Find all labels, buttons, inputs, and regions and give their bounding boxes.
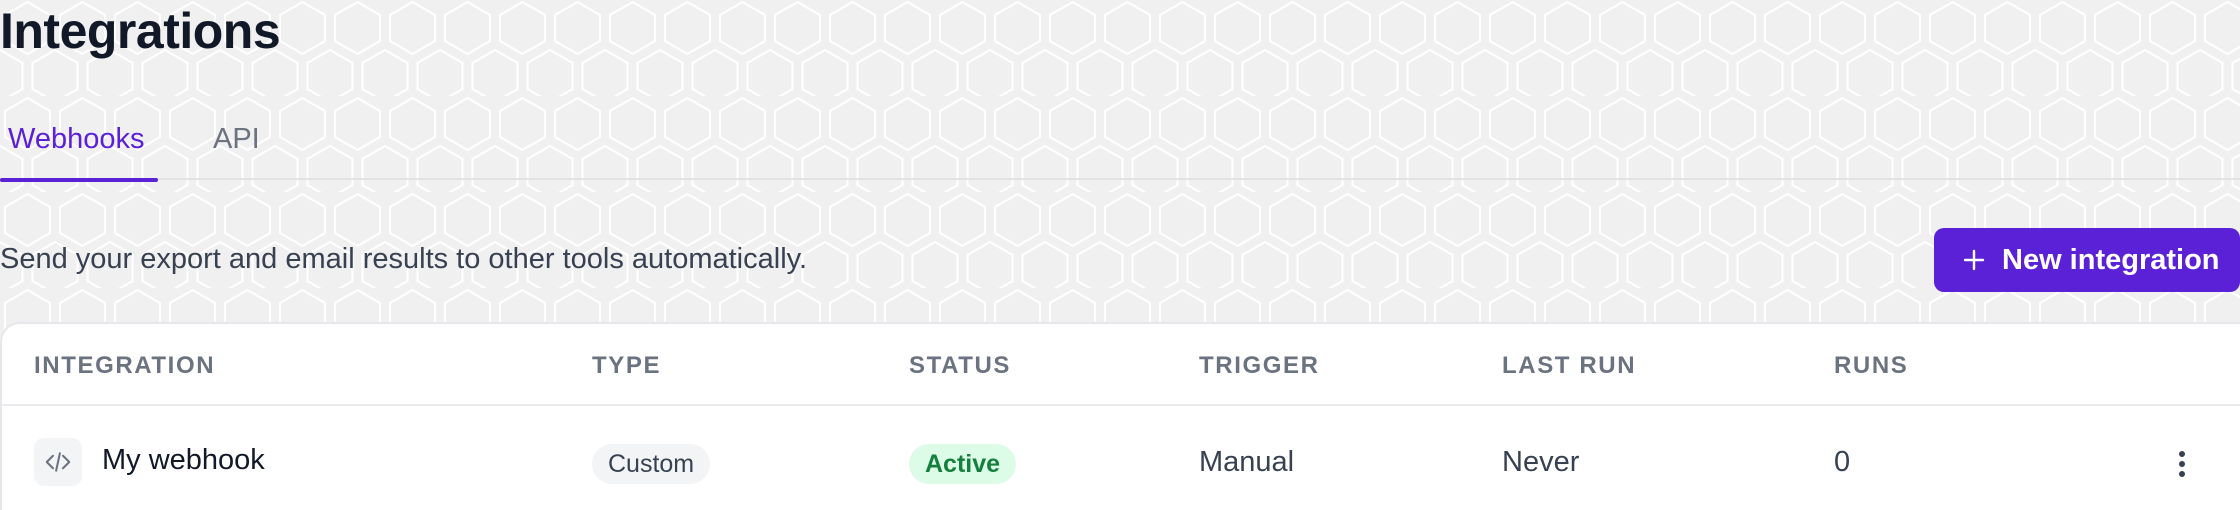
integrations-page: Integrations Webhooks API Send your expo… [0,0,2240,510]
column-header-status: STATUS [909,352,1012,379]
column-header-last-run: LAST RUN [1502,352,1637,379]
integrations-table: INTEGRATION TYPE STATUS TRIGGER LAST RUN… [0,322,2240,510]
page-title: Integrations [0,3,281,59]
integration-name[interactable]: My webhook [102,444,265,477]
page-description: Send your export and email results to ot… [0,243,808,275]
column-header-type: TYPE [592,352,662,379]
table-header: INTEGRATION TYPE STATUS TRIGGER LAST RUN… [2,324,2240,406]
tab-webhooks[interactable]: Webhooks [0,114,158,182]
last-run-value: Never [1502,446,1580,478]
tab-api[interactable]: API [213,114,260,180]
status-badge: Active [909,444,1017,484]
code-icon-container [34,438,82,486]
code-icon [45,452,71,472]
new-integration-button[interactable]: New integration [1934,228,2240,292]
table-row[interactable]: My webhook Custom Active Manual Never 0 [2,408,2240,510]
column-header-runs: RUNS [1834,352,1909,379]
column-header-trigger: TRIGGER [1199,352,1320,379]
plus-icon [1963,249,1985,271]
trigger-value: Manual [1199,446,1295,478]
column-header-integration: INTEGRATION [34,352,216,379]
runs-value: 0 [1834,446,1851,478]
more-vertical-icon [2179,451,2185,477]
row-menu-button[interactable] [2162,444,2202,484]
new-integration-label: New integration [2002,243,2220,276]
type-badge: Custom [592,444,711,484]
tab-bar: Webhooks API [0,106,2240,182]
